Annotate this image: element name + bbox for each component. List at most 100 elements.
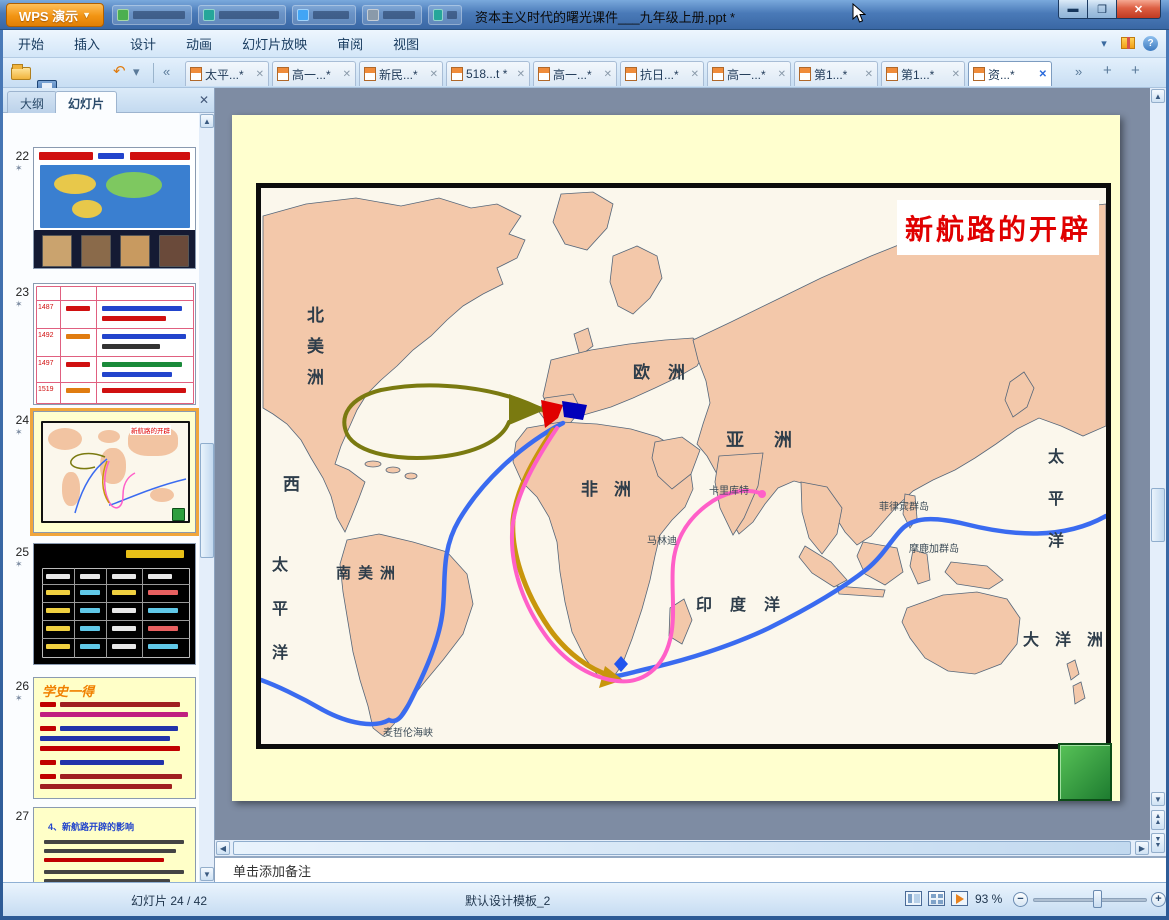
- next-slide-icon[interactable]: ▼ ▼: [1151, 833, 1165, 853]
- normal-view-icon[interactable]: [905, 891, 922, 906]
- scroll-down-icon[interactable]: ▼: [1151, 792, 1165, 806]
- panel-close-icon[interactable]: ✕: [199, 93, 209, 107]
- close-icon[interactable]: ✕: [517, 69, 525, 80]
- doc-tab[interactable]: 518...t * ✕: [446, 61, 530, 86]
- tab-scroll-left-icon[interactable]: «: [163, 64, 170, 79]
- slide-thumbnail-26[interactable]: 学史一得: [33, 677, 196, 799]
- animation-star-icon: ✶: [15, 163, 23, 173]
- help-icon[interactable]: ?: [1143, 35, 1158, 51]
- close-button[interactable]: ✕: [1117, 0, 1161, 19]
- zoom-slider-thumb[interactable]: [1093, 890, 1102, 908]
- titlebar-doc-chip[interactable]: [292, 5, 356, 25]
- doc-tab[interactable]: 太平...* ✕: [185, 61, 269, 86]
- menu-design[interactable]: 设计: [115, 29, 171, 58]
- open-file-icon[interactable]: [11, 64, 31, 80]
- main-vertical-scrollbar[interactable]: ▲ ▼ ▲ ▲ ▼ ▼: [1150, 88, 1166, 856]
- tab-scroll-right-icon[interactable]: »: [1075, 64, 1082, 79]
- titlebar-doc-chip[interactable]: [362, 5, 422, 25]
- panel-scrollbar-thumb[interactable]: [200, 443, 214, 558]
- slide-thumbnail-23[interactable]: 1487 1492 1497 1519: [33, 283, 196, 405]
- mini-green-rect: [172, 508, 185, 521]
- slide-thumbnail-24[interactable]: 新航路的开辟: [30, 408, 199, 536]
- maximize-button[interactable]: ❐: [1088, 0, 1117, 19]
- thumbnail-text-line: [102, 388, 186, 393]
- new-tab-icon[interactable]: +: [1103, 62, 1112, 79]
- titlebar-doc-chip[interactable]: [198, 5, 286, 25]
- minimize-button[interactable]: ▬: [1058, 0, 1088, 19]
- close-icon[interactable]: ✕: [952, 69, 960, 80]
- ppt-file-icon: [190, 67, 202, 81]
- thumbnail-text-line: [46, 574, 70, 579]
- menu-home[interactable]: 开始: [3, 29, 59, 58]
- zoom-level[interactable]: 93 %: [975, 892, 1002, 906]
- close-icon[interactable]: ✕: [778, 69, 786, 80]
- slide-canvas[interactable]: 北美洲 欧洲 亚洲 非洲 南美洲 印度洋 大洋洲 太平洋 太平洋 西 卡里库特 …: [232, 115, 1120, 801]
- main-scrollbar-thumb[interactable]: [1151, 488, 1165, 542]
- close-icon[interactable]: ✕: [604, 69, 612, 80]
- horizontal-scrollbar-thumb[interactable]: [233, 841, 1131, 855]
- wps-presentation-window: WPS 演示 ▼ 资本主义时代的曙光课件___九年级上册.ppt * ▬ ❐ ✕: [0, 0, 1169, 920]
- slide-thumbnail-27[interactable]: 4、新航路开辟的影响: [33, 807, 196, 882]
- doc-tab[interactable]: 第1...* ✕: [881, 61, 965, 86]
- toolbar: ↶ ▾ « 太平...* ✕ 高一...* ✕ 新民...* ✕ 518...t…: [3, 58, 1166, 137]
- doc-tab-active[interactable]: 资...* ✕: [968, 61, 1052, 86]
- green-rectangle-shape[interactable]: [1058, 743, 1112, 801]
- slide-thumbnail-22[interactable]: [33, 147, 196, 269]
- panel-scrollbar[interactable]: ▲ ▼: [199, 113, 214, 882]
- document-icon: [367, 9, 379, 21]
- doc-tab[interactable]: 第1...* ✕: [794, 61, 878, 86]
- menu-view[interactable]: 视图: [378, 29, 434, 58]
- close-icon[interactable]: ✕: [1039, 69, 1047, 80]
- animation-star-icon: ✶: [15, 299, 23, 309]
- redo-dropdown-icon[interactable]: ▾: [133, 64, 140, 80]
- scroll-up-icon[interactable]: ▲: [1151, 89, 1165, 103]
- scroll-left-icon[interactable]: ◀: [216, 841, 230, 855]
- doc-tab[interactable]: 抗日...* ✕: [620, 61, 704, 86]
- menu-review[interactable]: 审阅: [322, 29, 378, 58]
- add-document-icon[interactable]: +: [1131, 62, 1140, 79]
- thumbnail-text-line: [98, 153, 124, 159]
- tab-outline[interactable]: 大纲: [7, 91, 58, 113]
- template-name[interactable]: 默认设计模板_2: [465, 892, 550, 909]
- close-icon[interactable]: ✕: [691, 69, 699, 80]
- menu-insert[interactable]: 插入: [59, 29, 115, 58]
- close-icon[interactable]: ✕: [865, 69, 873, 80]
- undo-icon[interactable]: ↶: [113, 62, 126, 80]
- previous-slide-icon[interactable]: ▲ ▲: [1151, 810, 1165, 830]
- chevron-down-icon[interactable]: ▾: [1095, 34, 1113, 52]
- gift-icon[interactable]: [1121, 37, 1135, 49]
- thumbnail-text-line: [44, 840, 184, 844]
- doc-tab-label: 518...t *: [466, 67, 508, 81]
- table-line: [60, 286, 61, 404]
- slide-thumbnail-25[interactable]: [33, 543, 196, 665]
- doc-tab[interactable]: 高一...* ✕: [533, 61, 617, 86]
- menu-animation[interactable]: 动画: [171, 29, 227, 58]
- tab-slides[interactable]: 幻灯片: [55, 91, 118, 113]
- titlebar-doc-chip[interactable]: [112, 5, 192, 25]
- slide-number: 24: [15, 413, 29, 427]
- menu-slideshow[interactable]: 幻灯片放映: [227, 29, 322, 58]
- scroll-down-icon[interactable]: ▼: [200, 867, 214, 881]
- notes-area[interactable]: 单击添加备注: [215, 856, 1166, 882]
- zoom-slider-track[interactable]: [1033, 898, 1147, 902]
- scroll-up-icon[interactable]: ▲: [200, 114, 214, 128]
- wps-app-button[interactable]: WPS 演示 ▼: [6, 3, 104, 27]
- zoom-in-icon[interactable]: +: [1151, 892, 1166, 907]
- slide-sorter-view-icon[interactable]: [928, 891, 945, 906]
- ppt-file-icon: [451, 67, 463, 81]
- doc-tab[interactable]: 新民...* ✕: [359, 61, 443, 86]
- close-icon[interactable]: ✕: [256, 69, 264, 80]
- world-map: 北美洲 欧洲 亚洲 非洲 南美洲 印度洋 大洋洲 太平洋 太平洋 西 卡里库特 …: [256, 183, 1111, 749]
- zoom-out-icon[interactable]: −: [1013, 892, 1028, 907]
- main-horizontal-scrollbar[interactable]: ◀ ▶: [215, 840, 1150, 856]
- slide-title[interactable]: 新航路的开辟: [897, 200, 1099, 255]
- close-icon[interactable]: ✕: [343, 69, 351, 80]
- thumbnail-text-line: [46, 626, 70, 631]
- close-icon[interactable]: ✕: [430, 69, 438, 80]
- doc-tab[interactable]: 高一...* ✕: [707, 61, 791, 86]
- doc-tab[interactable]: 高一...* ✕: [272, 61, 356, 86]
- scroll-right-icon[interactable]: ▶: [1135, 841, 1149, 855]
- status-bar: 幻灯片 24 / 42 默认设计模板_2 93 % − +: [3, 882, 1166, 916]
- slideshow-view-icon[interactable]: [951, 891, 968, 906]
- doc-tab-label: 高一...*: [292, 67, 331, 82]
